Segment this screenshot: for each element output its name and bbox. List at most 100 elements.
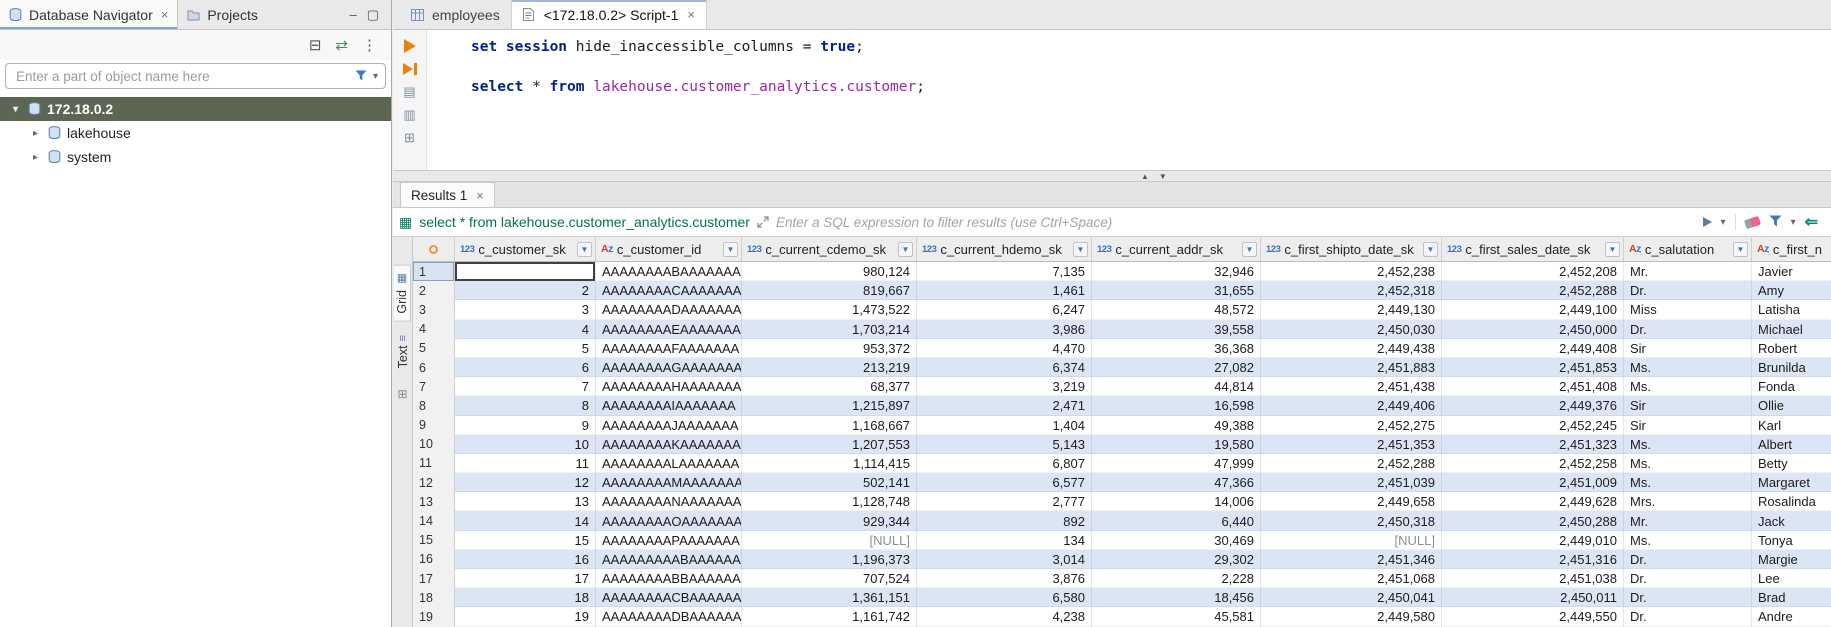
grid-cell[interactable]: 2,451,316 xyxy=(1442,550,1624,569)
grid-cell[interactable]: 2,449,658 xyxy=(1261,492,1442,511)
grid-cell[interactable]: 16,598 xyxy=(1092,396,1261,415)
grid-cell[interactable]: Margie xyxy=(1752,550,1831,569)
column-header-c_first_shipto_date_sk[interactable]: 123c_first_shipto_date_sk▼ xyxy=(1261,237,1442,261)
tab-text-view[interactable]: Text ≡ xyxy=(395,328,411,375)
tree-expander-icon[interactable]: ▸ xyxy=(28,128,43,139)
grid-cell[interactable]: 6,374 xyxy=(917,358,1092,377)
grid-cell[interactable]: 2,449,628 xyxy=(1442,492,1624,511)
grid-cell[interactable]: AAAAAAAADBAAAAAA xyxy=(596,607,742,626)
grid-cell[interactable]: 892 xyxy=(917,511,1092,530)
grid-cell[interactable]: Sir xyxy=(1624,416,1752,435)
result-filter-input[interactable] xyxy=(776,215,1696,230)
grid-cell[interactable]: 32,946 xyxy=(1092,262,1261,281)
grid-cell[interactable]: 2,228 xyxy=(1092,569,1261,588)
output-panel-icon[interactable]: ⊞ xyxy=(404,131,415,144)
grid-cell[interactable]: 2,449,580 xyxy=(1261,607,1442,626)
grid-cell[interactable]: 11 xyxy=(455,454,596,473)
sort-dropdown-icon[interactable]: ▼ xyxy=(1242,242,1257,257)
row-number[interactable]: 1 xyxy=(413,262,455,281)
row-number[interactable]: 6 xyxy=(413,358,455,377)
column-header-c_current_addr_sk[interactable]: 123c_current_addr_sk▼ xyxy=(1092,237,1261,261)
column-header-c_first_n[interactable]: Azc_first_n▼ xyxy=(1752,237,1831,261)
tab-grid-view[interactable]: Grid ▦ xyxy=(394,265,411,322)
row-number[interactable]: 9 xyxy=(413,416,455,435)
apply-filter-icon[interactable] xyxy=(1703,217,1712,227)
row-number[interactable]: 19 xyxy=(413,607,455,626)
row-number[interactable]: 12 xyxy=(413,473,455,492)
grid-cell[interactable]: 3,014 xyxy=(917,550,1092,569)
grid-cell[interactable]: 1,703,214 xyxy=(742,320,917,339)
grid-cell[interactable]: Amy xyxy=(1752,281,1831,300)
grid-cell[interactable]: 2,449,130 xyxy=(1261,300,1442,319)
grid-cell[interactable]: 47,999 xyxy=(1092,454,1261,473)
tree-expander-icon[interactable]: ▾ xyxy=(8,104,23,115)
grid-cell[interactable]: AAAAAAAALAAAAAAA xyxy=(596,454,742,473)
grid-cell[interactable]: AAAAAAAAMAAAAAAA xyxy=(596,473,742,492)
grid-cell[interactable]: Brad xyxy=(1752,588,1831,607)
grid-cell[interactable]: Dr. xyxy=(1624,281,1752,300)
grid-cell[interactable]: 6,580 xyxy=(917,588,1092,607)
grid-cell[interactable]: 2,451,038 xyxy=(1442,569,1624,588)
grid-cell[interactable]: 1,168,667 xyxy=(742,416,917,435)
grid-cell[interactable]: 48,572 xyxy=(1092,300,1261,319)
grid-cell[interactable]: 2,452,288 xyxy=(1442,281,1624,300)
grid-cell[interactable]: 819,667 xyxy=(742,281,917,300)
row-number[interactable]: 16 xyxy=(413,550,455,569)
grid-cell[interactable]: 19,580 xyxy=(1092,435,1261,454)
grid-cell[interactable]: Andre xyxy=(1752,607,1831,626)
grid-cell[interactable]: 2,450,041 xyxy=(1261,588,1442,607)
filters-menu-icon[interactable] xyxy=(1769,214,1782,230)
sort-dropdown-icon[interactable]: ▼ xyxy=(1733,242,1748,257)
grid-cell[interactable]: AAAAAAAADAAAAAAA xyxy=(596,300,742,319)
grid-cell[interactable]: 39,558 xyxy=(1092,320,1261,339)
grid-cell[interactable]: 2,449,376 xyxy=(1442,396,1624,415)
grid-cell[interactable]: 1,196,373 xyxy=(742,550,917,569)
grid-cell[interactable]: 18,456 xyxy=(1092,588,1261,607)
grid-cell[interactable]: AAAAAAAAEAAAAAAA xyxy=(596,320,742,339)
grid-cell[interactable]: Robert xyxy=(1752,339,1831,358)
grid-cell[interactable]: 2,777 xyxy=(917,492,1092,511)
grid-cell[interactable]: 2,451,068 xyxy=(1261,569,1442,588)
grid-cell[interactable]: AAAAAAAAABAAAAAA xyxy=(596,550,742,569)
grid-cell[interactable] xyxy=(455,262,596,281)
grid-cell[interactable]: Jack xyxy=(1752,511,1831,530)
grid-cell[interactable]: 2,451,438 xyxy=(1261,377,1442,396)
grid-cell[interactable]: 4,238 xyxy=(917,607,1092,626)
grid-cell[interactable]: Ms. xyxy=(1624,377,1752,396)
open-filter-editor-icon[interactable] xyxy=(757,216,769,228)
grid-cell[interactable]: 14 xyxy=(455,511,596,530)
grid-cell[interactable]: 13 xyxy=(455,492,596,511)
execute-script-icon[interactable] xyxy=(403,63,417,75)
grid-cell[interactable]: 18 xyxy=(455,588,596,607)
grid-cell[interactable]: 4,470 xyxy=(917,339,1092,358)
grid-cell[interactable]: Rosalinda xyxy=(1752,492,1831,511)
grid-cell[interactable]: Ms. xyxy=(1624,435,1752,454)
grid-cell[interactable]: Fonda xyxy=(1752,377,1831,396)
row-number[interactable]: 7 xyxy=(413,377,455,396)
maximize-editor-icon[interactable]: ▲ xyxy=(1141,172,1149,181)
editor-results-splitter[interactable]: ▲ ▼ xyxy=(393,170,1831,182)
grid-cell[interactable]: 2,451,039 xyxy=(1261,473,1442,492)
grid-cell[interactable]: 2,449,550 xyxy=(1442,607,1624,626)
grid-cell[interactable]: 6,247 xyxy=(917,300,1092,319)
grid-cell[interactable]: 2,450,288 xyxy=(1442,511,1624,530)
grid-cell[interactable]: Albert xyxy=(1752,435,1831,454)
grid-cell[interactable]: 2,452,208 xyxy=(1442,262,1624,281)
tree-expander-icon[interactable]: ▸ xyxy=(28,152,43,163)
column-header-c_customer_sk[interactable]: 123c_customer_sk▼ xyxy=(455,237,596,261)
grid-cell[interactable]: Brunilda xyxy=(1752,358,1831,377)
object-filter-input[interactable] xyxy=(16,69,349,84)
close-icon[interactable]: × xyxy=(474,188,484,203)
grid-cell[interactable]: 3,219 xyxy=(917,377,1092,396)
grid-cell[interactable]: 980,124 xyxy=(742,262,917,281)
grid-cell[interactable]: 2,450,030 xyxy=(1261,320,1442,339)
grid-cell[interactable]: 68,377 xyxy=(742,377,917,396)
grid-cell[interactable]: Margaret xyxy=(1752,473,1831,492)
column-header-c_current_hdemo_sk[interactable]: 123c_current_hdemo_sk▼ xyxy=(917,237,1092,261)
grid-cell[interactable]: AAAAAAAAIAAAAAAA xyxy=(596,396,742,415)
grid-cell[interactable]: AAAAAAAANAAAAAAA xyxy=(596,492,742,511)
grid-cell[interactable]: AAAAAAAAHAAAAAAA xyxy=(596,377,742,396)
execute-statement-icon[interactable] xyxy=(404,39,416,53)
row-number[interactable]: 8 xyxy=(413,396,455,415)
grid-cell[interactable]: AAAAAAAABAAAAAAA xyxy=(596,262,742,281)
